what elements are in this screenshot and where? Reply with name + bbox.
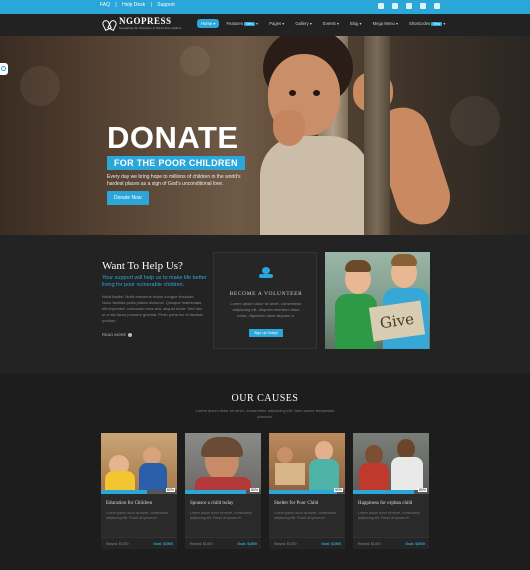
- hero-banner: DONATE FOR THE POOR CHILDREN Every day w…: [0, 36, 530, 235]
- top-bar: FAQ | Help Desk | Support: [0, 0, 530, 14]
- cause-footer: Raised: $1000 Goal: $1500: [269, 537, 345, 549]
- cause-name[interactable]: Shelter for Poor Child: [274, 501, 318, 506]
- heart-hand-icon: [259, 267, 273, 279]
- causes-subtitle: Lorem ipsum dolor sit amet, consectetur …: [195, 408, 335, 419]
- nav-shortcodes[interactable]: Shortcodes New ▾: [405, 19, 449, 28]
- help-desk-link[interactable]: Help Desk: [122, 2, 145, 8]
- nav-features[interactable]: Features New ▾: [222, 19, 262, 28]
- nav-gallery[interactable]: Gallery ▾: [291, 19, 316, 28]
- logo-title: NGOPRESS: [119, 16, 172, 26]
- percent-label: 60%: [165, 488, 175, 492]
- cause-text: Lorem ipsum dolor sit amet, consectetur …: [106, 511, 169, 520]
- hero-subtitle: FOR THE POOR CHILDREN: [107, 156, 245, 170]
- goal-amount: Goal: $1500: [321, 542, 341, 546]
- nav-blog[interactable]: Blog ▾: [346, 19, 366, 28]
- child-photo: [235, 36, 458, 235]
- wooden-post-right: [364, 36, 390, 235]
- cause-image: [353, 433, 429, 493]
- help-highlight: Your support will help us to make life b…: [102, 275, 207, 288]
- goal-amount: Goal: $2500: [153, 542, 173, 546]
- raised-amount: Raised: $1000: [106, 542, 129, 546]
- cause-image: [101, 433, 177, 493]
- top-links: FAQ | Help Desk | Support: [100, 2, 175, 8]
- give-sign: Give: [368, 300, 426, 342]
- sign-up-button[interactable]: Sign Up Today!: [249, 329, 283, 337]
- volunteer-text: Lorem ipsum dolor sit amet, consectetur …: [230, 301, 302, 318]
- new-badge: New: [431, 22, 443, 26]
- help-section: Want To Help Us? Your support will help …: [0, 235, 530, 373]
- cause-footer: Raised: $1000 Goal: $2500: [353, 537, 429, 549]
- give-photo: Give: [325, 252, 430, 349]
- cause-card[interactable]: 80% Happiness for orphan child Lorem ips…: [353, 433, 429, 549]
- pinterest-icon[interactable]: [406, 3, 412, 9]
- raised-amount: Raised: $1000: [190, 542, 213, 546]
- arrow-right-icon: [128, 332, 133, 337]
- cause-image: [269, 433, 345, 493]
- cause-text: Lorem ipsum dolor sit amet, consectetur …: [190, 511, 253, 520]
- google-plus-icon[interactable]: [420, 3, 426, 9]
- cause-image: [185, 433, 261, 493]
- cause-card[interactable]: 80% Sponsor a child today Lorem ipsum do…: [185, 433, 261, 549]
- causes-title: OUR CAUSES: [231, 393, 299, 404]
- main-nav: Home ▾ Features New ▾ Pages ▾ Gallery ▾ E…: [197, 19, 450, 28]
- linkedin-icon[interactable]: [434, 3, 440, 9]
- facebook-icon[interactable]: [378, 3, 384, 9]
- donate-now-button[interactable]: Donate Now: [107, 191, 149, 205]
- settings-icon: [1, 66, 6, 71]
- percent-label: 80%: [249, 488, 259, 492]
- nav-home[interactable]: Home ▾: [197, 19, 220, 28]
- read-more-link[interactable]: READ MORE: [102, 332, 133, 337]
- nav-pages[interactable]: Pages ▾: [265, 19, 288, 28]
- cause-text: Lorem ipsum dolor sit amet, consectetur …: [274, 511, 337, 520]
- cause-name[interactable]: Happiness for orphan child: [358, 501, 412, 506]
- cause-name[interactable]: Sponsor a child today: [190, 501, 233, 506]
- help-title: Want To Help Us?: [102, 260, 183, 272]
- raised-amount: Raised: $1000: [358, 542, 381, 546]
- new-badge: New: [243, 22, 255, 26]
- logo-tagline: Navigating the Shoreline of NGOs Exempli…: [119, 26, 182, 30]
- site-header: NGOPRESS Navigating the Shoreline of NGO…: [0, 14, 530, 36]
- cause-name[interactable]: Education for Children: [106, 501, 152, 506]
- cause-text: Lorem ipsum dolor sit amet, consectetur …: [358, 511, 421, 520]
- cause-footer: Raised: $1000 Goal: $1500: [185, 537, 261, 549]
- faq-link[interactable]: FAQ: [100, 2, 110, 8]
- hero-text: Every day we bring hope to millions of c…: [107, 174, 241, 187]
- cause-card[interactable]: 90% Shelter for Poor Child Lorem ipsum d…: [269, 433, 345, 549]
- percent-label: 90%: [333, 488, 343, 492]
- social-links: [378, 3, 440, 9]
- nav-events[interactable]: Events ▾: [319, 19, 343, 28]
- settings-tab[interactable]: [0, 63, 8, 75]
- logo[interactable]: NGOPRESS Navigating the Shoreline of NGO…: [103, 16, 182, 31]
- nav-mega-menu[interactable]: Mega Menu ▾: [369, 19, 402, 28]
- cause-card[interactable]: 60% Education for Children Lorem ipsum d…: [101, 433, 177, 549]
- cause-footer: Raised: $1000 Goal: $2500: [101, 537, 177, 549]
- hero-title: DONATE: [107, 120, 239, 155]
- help-body: Nulla facilisi. Nulla maximus lectus con…: [102, 294, 203, 323]
- percent-label: 80%: [417, 488, 427, 492]
- goal-amount: Goal: $2500: [405, 542, 425, 546]
- support-link[interactable]: Support: [157, 2, 175, 8]
- volunteer-card: BECOME A VOLUNTEER Lorem ipsum dolor sit…: [213, 252, 317, 349]
- volunteer-title: BECOME A VOLUNTEER: [229, 291, 303, 297]
- hands-logo-icon: [103, 19, 116, 29]
- raised-amount: Raised: $1000: [274, 542, 297, 546]
- twitter-icon[interactable]: [392, 3, 398, 9]
- causes-section: OUR CAUSES Lorem ipsum dolor sit amet, c…: [0, 373, 530, 570]
- goal-amount: Goal: $1500: [237, 542, 257, 546]
